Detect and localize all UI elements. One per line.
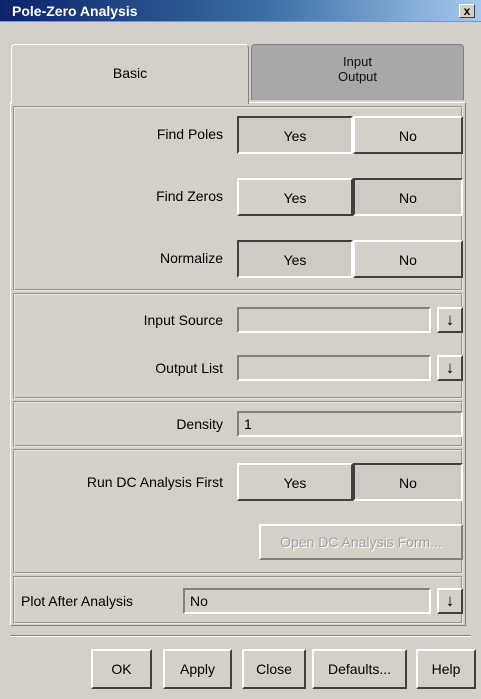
input-source-label: Input Source xyxy=(143,312,223,328)
density-field[interactable]: 1 xyxy=(237,411,463,437)
find-poles-yes-button[interactable]: Yes xyxy=(237,116,353,154)
input-source-down-arrow-icon[interactable]: ↓ xyxy=(437,307,463,333)
tab-input-output[interactable]: Input Output xyxy=(251,44,464,100)
tab-basic[interactable]: Basic xyxy=(11,44,249,104)
help-button[interactable]: Help xyxy=(416,649,476,689)
button-bar-divider xyxy=(10,635,471,637)
ok-button[interactable]: OK xyxy=(91,649,152,689)
run-dc-analysis-label: Run DC Analysis First xyxy=(86,474,223,490)
tab-input-output-label: Input Output xyxy=(337,54,378,84)
normalize-no-button[interactable]: No xyxy=(353,240,463,278)
find-zeros-yes-button[interactable]: Yes xyxy=(237,178,353,216)
input-source-field[interactable] xyxy=(237,307,431,333)
defaults-button[interactable]: Defaults... xyxy=(312,649,407,689)
apply-button[interactable]: Apply xyxy=(163,649,232,689)
density-label: Density xyxy=(176,416,223,432)
plot-after-analysis-label: Plot After Analysis xyxy=(21,593,134,609)
normalize-label: Normalize xyxy=(159,250,223,266)
find-poles-label: Find Poles xyxy=(156,126,223,142)
normalize-yes-button[interactable]: Yes xyxy=(237,240,353,278)
run-dc-yes-button[interactable]: Yes xyxy=(237,463,353,501)
find-zeros-label: Find Zeros xyxy=(156,188,223,204)
find-zeros-no-button[interactable]: No xyxy=(353,178,463,216)
run-dc-no-button[interactable]: No xyxy=(353,463,463,501)
open-dc-analysis-form-button[interactable]: Open DC Analysis Form... xyxy=(259,524,463,560)
tab-basic-label: Basic xyxy=(112,65,148,81)
find-poles-no-button[interactable]: No xyxy=(353,116,463,154)
close-window-button[interactable]: x xyxy=(459,4,475,18)
close-button[interactable]: Close xyxy=(242,649,306,689)
window-title: Pole-Zero Analysis xyxy=(12,3,138,19)
output-list-down-arrow-icon[interactable]: ↓ xyxy=(437,355,463,381)
plot-after-down-arrow-icon[interactable]: ↓ xyxy=(437,588,463,614)
output-list-label: Output List xyxy=(155,360,223,376)
plot-after-analysis-select[interactable]: No xyxy=(183,588,431,614)
output-list-field[interactable] xyxy=(237,355,431,381)
